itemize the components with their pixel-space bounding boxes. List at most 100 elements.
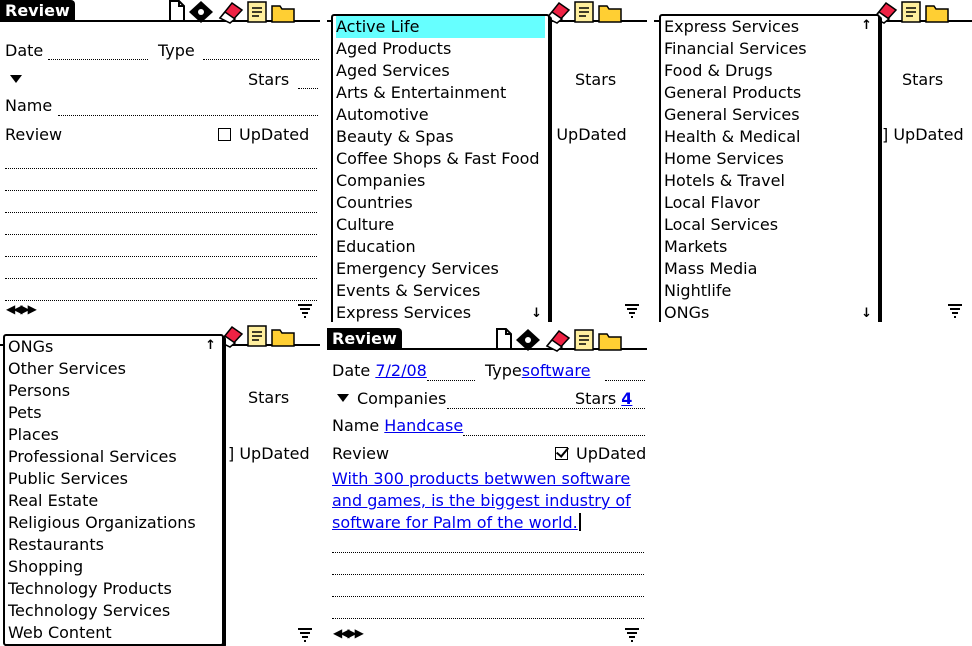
list-item[interactable]: Technology Services xyxy=(8,600,219,622)
name-value[interactable]: Handcase xyxy=(384,416,463,435)
type-field-dots xyxy=(605,380,645,381)
list-item[interactable]: Nightlife xyxy=(664,280,875,302)
list-item[interactable]: Public Services xyxy=(8,468,219,490)
memo-icon[interactable] xyxy=(573,328,595,356)
list-item[interactable]: Express Services xyxy=(664,16,875,38)
review-line[interactable] xyxy=(5,168,317,169)
memo-icon[interactable] xyxy=(900,0,922,28)
list-item[interactable]: Persons xyxy=(8,380,219,402)
folder-icon[interactable] xyxy=(597,328,623,356)
stars-row: Stars 4 xyxy=(575,389,632,409)
list-item[interactable]: Religious Organizations xyxy=(8,512,219,534)
review-line[interactable] xyxy=(332,618,644,619)
list-item[interactable]: ONGs xyxy=(664,302,875,322)
list-item[interactable]: Pets xyxy=(8,402,219,424)
navigation-icon[interactable] xyxy=(188,0,214,28)
category-popup-list[interactable]: Active Life Aged Products Aged Services … xyxy=(331,14,550,322)
scroll-down-icon[interactable]: ↓ xyxy=(531,306,542,321)
list-item[interactable]: Arts & Entertainment xyxy=(336,82,545,104)
list-item[interactable]: Events & Services xyxy=(336,280,545,302)
list-item[interactable]: Emergency Services xyxy=(336,258,545,280)
list-item[interactable]: General Products xyxy=(664,82,875,104)
category-popup-list[interactable]: Express Services Financial Services Food… xyxy=(659,14,880,322)
new-record-icon[interactable] xyxy=(168,0,186,26)
stars-value[interactable]: 4 xyxy=(621,389,632,408)
date-field[interactable] xyxy=(48,59,148,60)
memo-icon[interactable] xyxy=(246,324,268,352)
category-popup-list[interactable]: ONGs Other Services Persons Pets Places … xyxy=(3,334,224,646)
category-dropdown[interactable]: Companies xyxy=(337,389,446,409)
date-value[interactable]: 7/2/08 xyxy=(375,361,427,380)
memo-icon[interactable] xyxy=(573,0,595,28)
list-item[interactable]: General Services xyxy=(664,104,875,126)
review-line[interactable] xyxy=(5,256,317,257)
list-item[interactable]: Coffee Shops & Fast Food xyxy=(336,148,545,170)
list-item[interactable]: Countries xyxy=(336,192,545,214)
type-field[interactable] xyxy=(203,59,319,60)
list-item[interactable]: Financial Services xyxy=(664,38,875,60)
folder-icon[interactable] xyxy=(924,0,950,28)
list-item[interactable]: Culture xyxy=(336,214,545,236)
updated-checkbox[interactable]: UpDated xyxy=(218,125,309,145)
review-text-line[interactable]: With 300 products betwwen software xyxy=(332,469,630,489)
review-line[interactable] xyxy=(332,552,644,553)
record-nav-arrows[interactable]: ◀◀▶▶ xyxy=(333,626,364,640)
list-item[interactable]: Real Estate xyxy=(8,490,219,512)
list-item[interactable]: Active Life xyxy=(336,16,545,38)
list-item[interactable]: Places xyxy=(8,424,219,446)
list-item[interactable]: Aged Products xyxy=(336,38,545,60)
list-item[interactable]: Mass Media xyxy=(664,258,875,280)
memo-icon[interactable] xyxy=(246,0,268,28)
category-dropdown[interactable] xyxy=(10,70,30,90)
review-text-line[interactable]: and games, is the biggest industry of xyxy=(332,491,631,511)
list-item[interactable]: Food & Drugs xyxy=(664,60,875,82)
review-line[interactable] xyxy=(5,234,317,235)
folder-icon[interactable] xyxy=(270,324,296,352)
list-item[interactable]: Aged Services xyxy=(336,60,545,82)
eraser-icon[interactable] xyxy=(543,328,571,356)
list-item[interactable]: Technology Products xyxy=(8,578,219,600)
updated-checkbox[interactable]: UpDated xyxy=(555,444,646,464)
list-item[interactable]: Beauty & Spas xyxy=(336,126,545,148)
list-item[interactable]: Web Content xyxy=(8,622,219,644)
scroll-up-icon[interactable]: ↑ xyxy=(205,338,216,353)
type-value[interactable]: software xyxy=(522,361,591,380)
record-nav-arrows[interactable]: ◀◀▶▶ xyxy=(6,302,37,316)
folder-icon[interactable] xyxy=(597,0,623,28)
list-item[interactable]: Automotive xyxy=(336,104,545,126)
list-item[interactable]: Professional Services xyxy=(8,446,219,468)
graffiti-icon xyxy=(298,628,312,642)
review-line[interactable] xyxy=(5,190,317,191)
scroll-up-icon[interactable]: ↑ xyxy=(861,18,872,33)
list-item[interactable]: Other Services xyxy=(8,358,219,380)
list-item[interactable]: ONGs xyxy=(8,336,219,358)
date-field-dots xyxy=(427,380,475,381)
checkbox-checked-icon xyxy=(555,447,568,460)
list-item[interactable]: Local Services xyxy=(664,214,875,236)
date-row: Date 7/2/08 xyxy=(332,361,427,381)
list-item[interactable]: Restaurants xyxy=(8,534,219,556)
folder-icon[interactable] xyxy=(270,0,296,28)
review-line[interactable] xyxy=(332,596,644,597)
list-item[interactable]: Shopping xyxy=(8,556,219,578)
list-item[interactable]: Companies xyxy=(336,170,545,192)
name-field[interactable] xyxy=(58,115,318,116)
eraser-icon[interactable] xyxy=(216,0,244,28)
list-item[interactable]: Health & Medical xyxy=(664,126,875,148)
review-line[interactable] xyxy=(5,278,317,279)
scroll-down-icon[interactable]: ↓ xyxy=(861,306,872,321)
review-line[interactable] xyxy=(5,212,317,213)
list-item[interactable]: Home Services xyxy=(664,148,875,170)
list-item[interactable]: Hotels & Travel xyxy=(664,170,875,192)
list-item[interactable]: Local Flavor xyxy=(664,192,875,214)
new-record-icon[interactable] xyxy=(495,328,513,354)
review-line[interactable] xyxy=(332,574,644,575)
list-item[interactable]: Express Services xyxy=(336,302,545,322)
list-item[interactable]: Education xyxy=(336,236,545,258)
review-line[interactable] xyxy=(5,300,317,301)
screen-category-list-2: Stars ] UpDated Express Services Financi… xyxy=(654,0,972,322)
navigation-icon[interactable] xyxy=(515,328,541,356)
review-text-line-last[interactable]: software for Palm of the world. xyxy=(332,513,581,533)
list-item[interactable]: Markets xyxy=(664,236,875,258)
stars-field[interactable] xyxy=(298,88,318,89)
